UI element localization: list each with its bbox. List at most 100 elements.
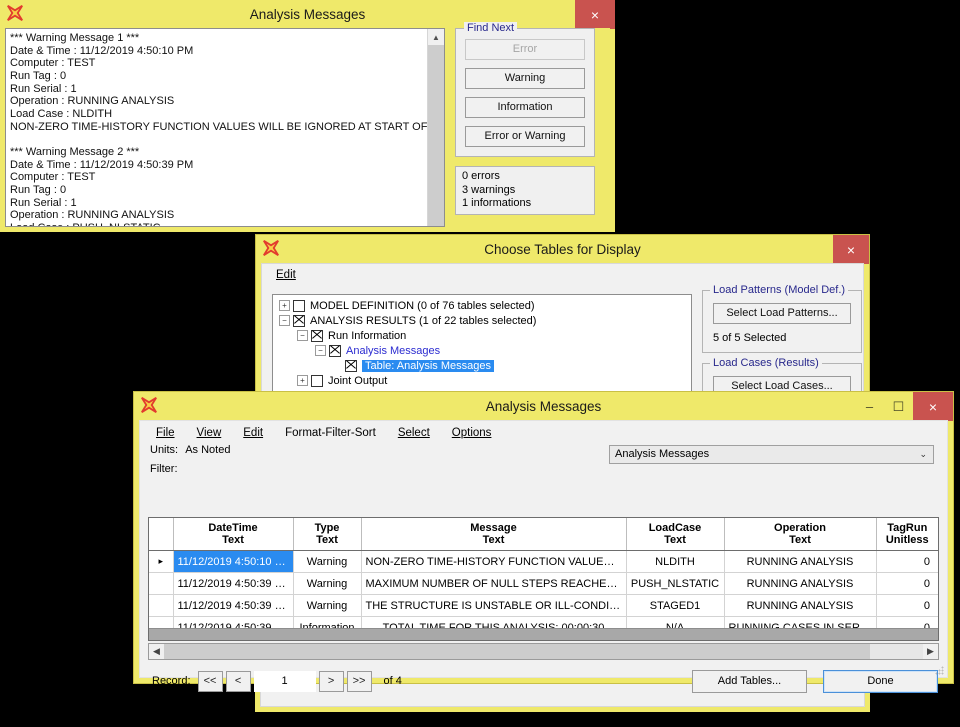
close-icon[interactable]: × [575, 0, 615, 29]
cell-operation[interactable]: RUNNING ANALYSIS [724, 595, 876, 617]
menu-item-file[interactable]: File [156, 427, 175, 439]
cell-datetime[interactable]: 11/12/2019 4:50:39 PM [173, 595, 293, 617]
resize-grip-icon[interactable] [935, 666, 944, 675]
messages-text: *** Warning Message 1 *** Date & Time : … [6, 29, 444, 227]
add-tables-button[interactable]: Add Tables... [692, 670, 807, 693]
next-record-button[interactable]: > [319, 671, 344, 692]
units-label: Units: [150, 444, 178, 456]
units-value: As Noted [185, 444, 230, 456]
table-row[interactable]: ▸ 11/12/2019 4:50:10 PM Warning NON-ZERO… [149, 551, 938, 573]
table-row[interactable]: 11/12/2019 4:50:39 PM Warning MAXIMUM NU… [149, 573, 938, 595]
cell-message[interactable]: MAXIMUM NUMBER OF NULL STEPS REACHED FOR… [361, 573, 626, 595]
scrollbar-track[interactable] [164, 644, 923, 659]
analysis-messages-grid[interactable]: DateTime Text Type Text Message Text L [148, 517, 939, 641]
cell-operation[interactable]: RUNNING ANALYSIS [724, 573, 876, 595]
checkbox-checked-icon[interactable] [329, 345, 341, 357]
column-header-line2: Text [364, 534, 624, 546]
find-error-button[interactable]: Error [465, 39, 585, 60]
menu-item-select[interactable]: Select [398, 427, 430, 439]
cell-loadcase[interactable]: PUSH_NLSTATIC [626, 573, 724, 595]
messages-vertical-scrollbar[interactable]: ▲ [427, 29, 444, 226]
column-header-message[interactable]: Message Text [361, 518, 626, 551]
menu-item-edit[interactable]: Edit [243, 427, 263, 439]
tree-node-run-information[interactable]: − Run Information [275, 328, 691, 343]
tree-node-model-definition[interactable]: + MODEL DEFINITION (0 of 76 tables selec… [275, 298, 691, 313]
column-header-tagrun[interactable]: TagRun Unitless [876, 518, 938, 551]
done-button[interactable]: Done [823, 670, 938, 693]
cell-tagrun[interactable]: 0 [876, 551, 938, 573]
cell-tagrun[interactable]: 0 [876, 595, 938, 617]
checkbox-checked-icon[interactable] [293, 315, 305, 327]
column-header-type[interactable]: Type Text [293, 518, 361, 551]
messages-text-pane[interactable]: *** Warning Message 1 *** Date & Time : … [5, 28, 445, 227]
record-number-input[interactable]: 1 [254, 671, 316, 692]
checkbox-checked-icon[interactable] [345, 360, 357, 372]
tree-node-table-analysis-messages[interactable]: Table: Analysis Messages [275, 358, 691, 373]
scroll-right-icon[interactable]: ▶ [923, 644, 938, 659]
grid-horizontal-scrollbar[interactable]: ◀ ▶ [148, 643, 939, 660]
load-patterns-title: Load Patterns (Model Def.) [710, 284, 848, 296]
cell-type[interactable]: Warning [293, 573, 361, 595]
first-record-button[interactable]: << [198, 671, 223, 692]
cell-datetime[interactable]: 11/12/2019 4:50:39 PM [173, 573, 293, 595]
tree-node-analysis-results[interactable]: − ANALYSIS RESULTS (1 of 22 tables selec… [275, 313, 691, 328]
chevron-down-icon[interactable]: ⌄ [919, 446, 927, 463]
close-icon[interactable]: × [913, 392, 953, 421]
titlebar-choose-tables[interactable]: Choose Tables for Display × [256, 235, 869, 264]
titlebar-analysis-messages-table[interactable]: Analysis Messages – ☐ × [134, 392, 953, 421]
find-warning-button[interactable]: Warning [465, 68, 585, 89]
menu-item-options[interactable]: Options [452, 427, 492, 439]
titlebar-analysis-messages-text[interactable]: Analysis Messages × [0, 0, 615, 29]
tree-node-joint-output[interactable]: + Joint Output [275, 373, 691, 388]
cell-type[interactable]: Warning [293, 551, 361, 573]
grid-body: ▸ 11/12/2019 4:50:10 PM Warning NON-ZERO… [149, 551, 938, 639]
column-header-operation[interactable]: Operation Text [724, 518, 876, 551]
count-warnings: 3 warnings [462, 184, 588, 198]
column-header-loadcase[interactable]: LoadCase Text [626, 518, 724, 551]
minimize-icon[interactable]: – [855, 392, 884, 421]
column-header-line1: TagRun [887, 522, 927, 534]
cell-operation[interactable]: RUNNING ANALYSIS [724, 551, 876, 573]
scroll-left-icon[interactable]: ◀ [149, 644, 164, 659]
find-error-or-warning-button[interactable]: Error or Warning [465, 126, 585, 147]
collapse-minus-icon[interactable]: − [297, 330, 308, 341]
checkbox-unchecked-icon[interactable] [293, 300, 305, 312]
column-header-datetime[interactable]: DateTime Text [173, 518, 293, 551]
checkbox-checked-icon[interactable] [311, 330, 323, 342]
column-header-line2: Unitless [879, 534, 937, 546]
close-icon[interactable]: × [833, 235, 869, 264]
cell-message[interactable]: THE STRUCTURE IS UNSTABLE OR ILL-CONDITI… [361, 595, 626, 617]
grid-header: DateTime Text Type Text Message Text L [149, 518, 938, 551]
checkbox-unchecked-icon[interactable] [311, 375, 323, 387]
cell-loadcase[interactable]: NLDITH [626, 551, 724, 573]
cell-datetime[interactable]: 11/12/2019 4:50:10 PM [173, 551, 293, 573]
scrollbar-thumb[interactable] [164, 644, 870, 659]
maximize-icon[interactable]: ☐ [884, 392, 913, 421]
column-header-rowmark[interactable] [149, 518, 173, 551]
find-next-group: Find Next Error Warning Information Erro… [455, 28, 595, 157]
cell-type[interactable]: Warning [293, 595, 361, 617]
menu-item-edit[interactable]: Edit [276, 269, 296, 281]
menu-item-view[interactable]: View [197, 427, 222, 439]
scrollbar-thumb[interactable] [428, 45, 444, 227]
cell-loadcase[interactable]: STAGED1 [626, 595, 724, 617]
expand-plus-icon[interactable]: + [279, 300, 290, 311]
scroll-up-icon[interactable]: ▲ [428, 29, 444, 45]
cell-tagrun[interactable]: 0 [876, 573, 938, 595]
collapse-minus-icon[interactable]: − [279, 315, 290, 326]
load-patterns-group: Load Patterns (Model Def.) Select Load P… [702, 290, 862, 353]
last-record-button[interactable]: >> [347, 671, 372, 692]
collapse-minus-icon[interactable]: − [315, 345, 326, 356]
previous-record-button[interactable]: < [226, 671, 251, 692]
filter-row: Filter: [140, 463, 947, 479]
expand-plus-icon[interactable]: + [297, 375, 308, 386]
record-count-label: of 4 [384, 675, 402, 687]
record-navigation-bar: Record: << < 1 > >> of 4 Add Tables... D… [140, 669, 947, 693]
cell-message[interactable]: NON-ZERO TIME-HISTORY FUNCTION VALUES WI… [361, 551, 626, 573]
tree-node-analysis-messages[interactable]: − Analysis Messages [275, 343, 691, 358]
table-row[interactable]: 11/12/2019 4:50:39 PM Warning THE STRUCT… [149, 595, 938, 617]
find-information-button[interactable]: Information [465, 97, 585, 118]
table-select-dropdown[interactable]: Analysis Messages ⌄ [609, 445, 934, 464]
select-load-patterns-button[interactable]: Select Load Patterns... [713, 303, 851, 324]
menu-item-format-filter-sort[interactable]: Format-Filter-Sort [285, 427, 376, 439]
